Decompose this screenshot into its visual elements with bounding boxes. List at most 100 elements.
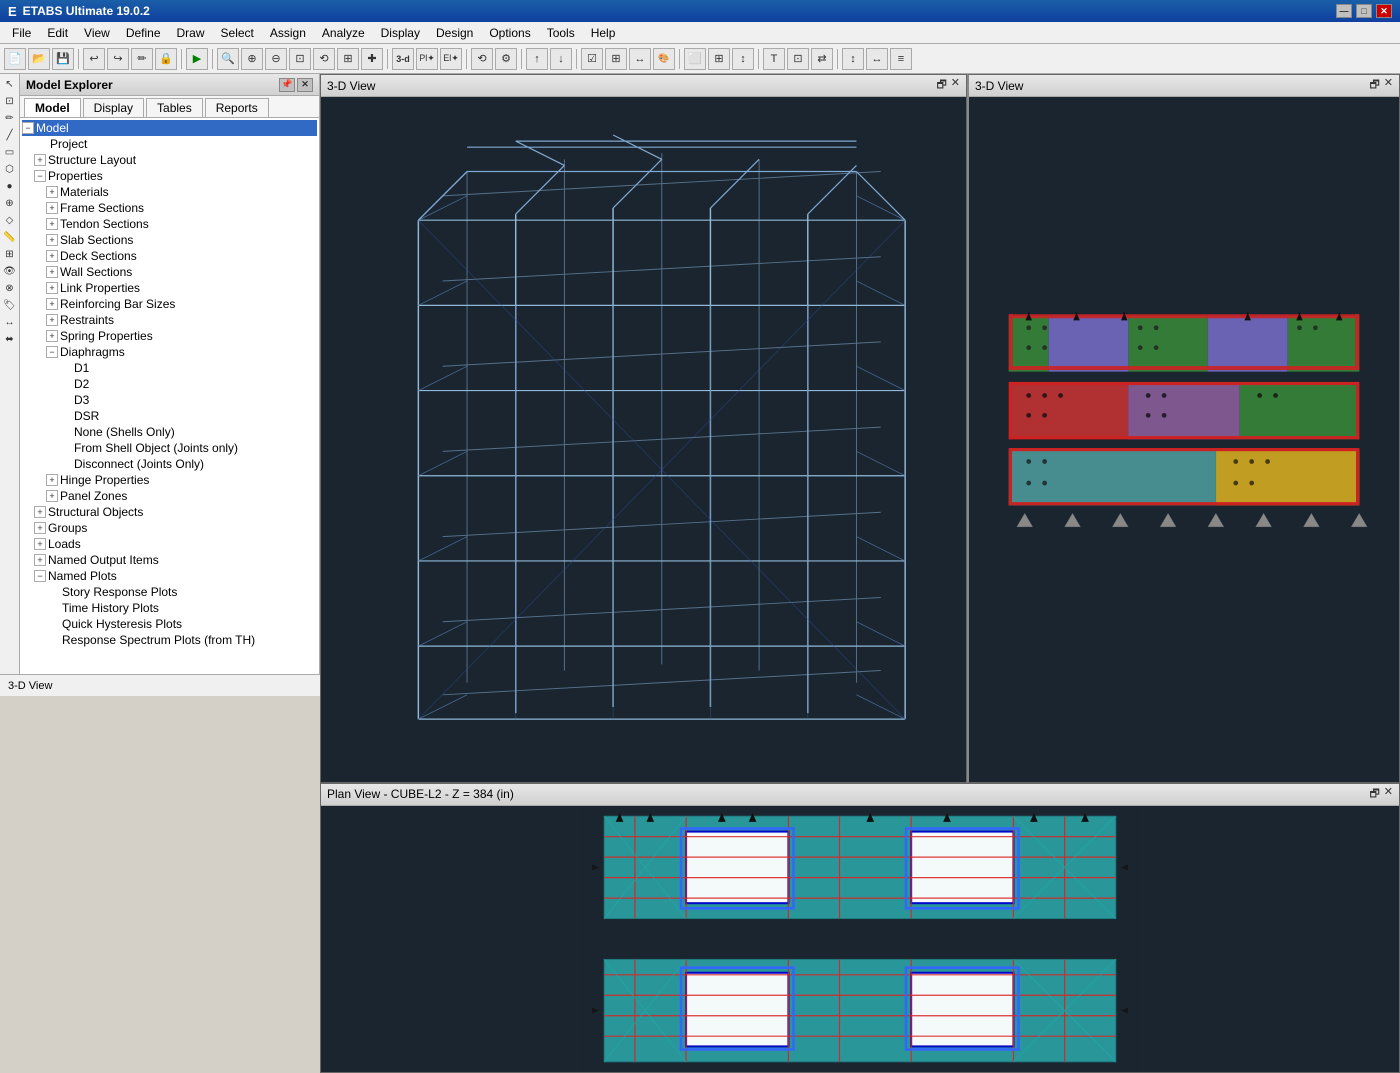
tree-item-diaphragms[interactable]: −Diaphragms (22, 344, 317, 360)
expand-btn-named-plots[interactable]: − (34, 570, 46, 582)
zoom-prev-button[interactable]: ⟲ (313, 48, 335, 70)
up-button[interactable]: ↑ (526, 48, 548, 70)
poly-tool[interactable]: ⬡ (2, 161, 18, 177)
tree-item-named-plots[interactable]: −Named Plots (22, 568, 317, 584)
section-button[interactable]: ⊞ (708, 48, 730, 70)
tree-item-restraints[interactable]: +Restraints (22, 312, 317, 328)
expand-btn-tendon-sections[interactable]: + (46, 218, 58, 230)
expand-btn-restraints[interactable]: + (46, 314, 58, 326)
menu-define[interactable]: Define (118, 24, 169, 42)
view-plan-restore[interactable]: 🗗 (1369, 785, 1379, 804)
expand-btn-diaphragms[interactable]: − (46, 346, 58, 358)
expand-btn-reinforcing-bar[interactable]: + (46, 298, 58, 310)
view-3d-left-close[interactable]: ✕ (951, 76, 960, 95)
tree-item-named-output[interactable]: +Named Output Items (22, 552, 317, 568)
tree-item-time-history[interactable]: Time History Plots (22, 600, 317, 616)
tab-tables[interactable]: Tables (146, 98, 203, 117)
tab-model[interactable]: Model (24, 98, 81, 117)
flip-button[interactable]: ⇄ (811, 48, 833, 70)
tree-item-from-shell[interactable]: From Shell Object (Joints only) (22, 440, 317, 456)
tree-item-slab-sections[interactable]: +Slab Sections (22, 232, 317, 248)
undo-button[interactable]: ↩ (83, 48, 105, 70)
menu-assign[interactable]: Assign (262, 24, 314, 42)
rect-tool[interactable]: ▭ (2, 144, 18, 160)
zoom-in-button[interactable]: ⊕ (241, 48, 263, 70)
tab-reports[interactable]: Reports (205, 98, 269, 117)
text-button[interactable]: T (763, 48, 785, 70)
zoom-fit-button[interactable]: ⊡ (289, 48, 311, 70)
view-3d-left-content[interactable] (321, 97, 966, 782)
edit-button[interactable]: ✏ (131, 48, 153, 70)
tree-item-groups[interactable]: +Groups (22, 520, 317, 536)
color-button[interactable]: 🎨 (653, 48, 675, 70)
tree-item-wall-sections[interactable]: +Wall Sections (22, 264, 317, 280)
draw-tool[interactable]: ✏ (2, 110, 18, 126)
tree-item-spring-properties[interactable]: +Spring Properties (22, 328, 317, 344)
tree-item-disconnect[interactable]: Disconnect (Joints Only) (22, 456, 317, 472)
explorer-tree[interactable]: −ModelProject+Structure Layout−Propertie… (20, 118, 319, 674)
explorer-pin-button[interactable]: 📌 (279, 78, 295, 92)
expand-btn-named-output[interactable]: + (34, 554, 46, 566)
expand-btn-structure-layout[interactable]: + (34, 154, 46, 166)
tree-item-loads[interactable]: +Loads (22, 536, 317, 552)
tree-item-structure-layout[interactable]: +Structure Layout (22, 152, 317, 168)
tree-item-panel-zones[interactable]: +Panel Zones (22, 488, 317, 504)
tree-item-model[interactable]: −Model (22, 120, 317, 136)
tree-item-materials[interactable]: +Materials (22, 184, 317, 200)
spring-tool[interactable]: ⊕ (2, 195, 18, 211)
menu-display[interactable]: Display (373, 24, 428, 42)
hinge-tool[interactable]: ◇ (2, 212, 18, 228)
tab-display[interactable]: Display (83, 98, 144, 117)
pointer-tool[interactable]: ↖ (2, 76, 18, 92)
maximize-button[interactable]: □ (1356, 4, 1372, 18)
tree-item-none-shells[interactable]: None (Shells Only) (22, 424, 317, 440)
explorer-close-button[interactable]: ✕ (297, 78, 313, 92)
view-plan-content[interactable] (321, 806, 1399, 1072)
close-button[interactable]: ✕ (1376, 4, 1392, 18)
menu-options[interactable]: Options (481, 24, 538, 42)
expand-btn-frame-sections[interactable]: + (46, 202, 58, 214)
expand-btn-deck-sections[interactable]: + (46, 250, 58, 262)
check-button[interactable]: ☑ (581, 48, 603, 70)
tree-item-link-properties[interactable]: +Link Properties (22, 280, 317, 296)
tree-item-quick-hysteresis[interactable]: Quick Hysteresis Plots (22, 616, 317, 632)
save-button[interactable]: 💾 (52, 48, 74, 70)
menu-analyze[interactable]: Analyze (314, 24, 373, 42)
menu-draw[interactable]: Draw (169, 24, 213, 42)
view-plan-close[interactable]: ✕ (1384, 785, 1393, 804)
zoom-window-button[interactable]: ⊞ (337, 48, 359, 70)
plan-button[interactable]: Pl✦ (416, 48, 438, 70)
view-3d-right-restore[interactable]: 🗗 (1369, 76, 1379, 95)
down-button[interactable]: ↓ (550, 48, 572, 70)
menu-help[interactable]: Help (583, 24, 624, 42)
resize-button[interactable]: ⊡ (787, 48, 809, 70)
line-tool[interactable]: ╱ (2, 127, 18, 143)
expand-btn-loads[interactable]: + (34, 538, 46, 550)
snap-button[interactable]: ✚ (361, 48, 383, 70)
view-3d-left-restore[interactable]: 🗗 (936, 76, 946, 95)
dimension-button[interactable]: ↔ (866, 48, 888, 70)
tree-item-dsr[interactable]: DSR (22, 408, 317, 424)
new-button[interactable]: 📄 (4, 48, 26, 70)
tree-item-project[interactable]: Project (22, 136, 317, 152)
expand-btn-hinge-properties[interactable]: + (46, 474, 58, 486)
dims-button[interactable]: ↔ (629, 48, 651, 70)
expand-btn-link-properties[interactable]: + (46, 282, 58, 294)
assign-frame-button[interactable]: ↕ (732, 48, 754, 70)
grid-button[interactable]: ⊞ (605, 48, 627, 70)
node-tool[interactable]: ● (2, 178, 18, 194)
lock-button[interactable]: 🔒 (155, 48, 177, 70)
menu-select[interactable]: Select (213, 24, 262, 42)
elev-button[interactable]: El✦ (440, 48, 462, 70)
redo-button[interactable]: ↪ (107, 48, 129, 70)
run-button[interactable]: ▶ (186, 48, 208, 70)
zoom-area-button[interactable]: 🔍 (217, 48, 239, 70)
view-3d-right-content[interactable] (969, 97, 1399, 782)
expand-btn-panel-zones[interactable]: + (46, 490, 58, 502)
cursor-button[interactable]: ↕ (842, 48, 864, 70)
tree-item-frame-sections[interactable]: +Frame Sections (22, 200, 317, 216)
minimize-button[interactable]: — (1336, 4, 1352, 18)
tree-item-d3[interactable]: D3 (22, 392, 317, 408)
open-button[interactable]: 📂 (28, 48, 50, 70)
expand-btn-materials[interactable]: + (46, 186, 58, 198)
